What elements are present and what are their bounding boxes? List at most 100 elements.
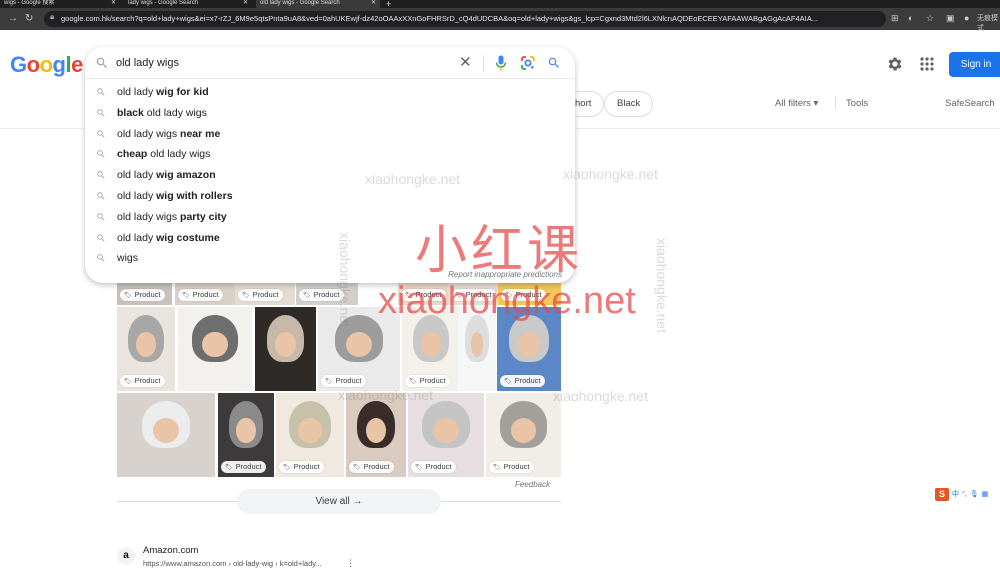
chip-black[interactable]: Black: [604, 91, 654, 117]
face-shape: [236, 417, 256, 443]
watermark-text: xiaohongke.net: [563, 166, 658, 182]
divider: [835, 97, 836, 109]
microphone-icon[interactable]: [495, 55, 507, 71]
settings-gear-icon[interactable]: [886, 55, 904, 73]
product-badge-label: Product: [134, 290, 161, 299]
star-icon[interactable]: ☆: [926, 13, 934, 24]
close-icon[interactable]: ✕: [111, 0, 116, 7]
suggestion-item[interactable]: old lady wigs near me: [85, 124, 575, 145]
image-result[interactable]: 🏷︎ Product: [276, 393, 344, 477]
suggestion-text: cheap old lady wigs: [117, 148, 211, 161]
new-tab-icon[interactable]: +: [386, 0, 391, 8]
search-icon: [97, 150, 105, 158]
tag-icon: 🏷︎: [225, 465, 233, 471]
tag-icon: 🏷︎: [283, 465, 291, 471]
sign-in-button[interactable]: Sign in: [949, 52, 1000, 77]
watermark-text: xiaohongke.net: [365, 171, 460, 187]
tag-icon: 🏷︎: [415, 465, 423, 471]
suggestion-item[interactable]: cheap old lady wigs: [85, 144, 575, 165]
image-result[interactable]: 🏷︎ Product: [117, 307, 175, 391]
more-options-icon[interactable]: ⋮: [346, 558, 355, 569]
suggestion-item[interactable]: old lady wig amazon: [85, 165, 575, 186]
suggestion-text: old lady wig amazon: [117, 169, 216, 182]
tag-icon: 🏷︎: [182, 293, 190, 299]
result-url[interactable]: https://www.amazon.com › old-lady-wig › …: [143, 559, 322, 568]
watermark-text: xiaohongke.net: [338, 387, 433, 403]
tab-wigs[interactable]: wigs - Google 搜索 ✕: [0, 0, 120, 8]
incognito-icon[interactable]: ◐: [908, 13, 913, 23]
suggestion-item[interactable]: black old lady wigs: [85, 103, 575, 124]
caret-down-icon: ▾: [813, 98, 819, 109]
product-badge: 🏷︎ Product: [411, 461, 457, 473]
tag-icon: 🏷︎: [124, 379, 132, 385]
tag-icon: 🏷︎: [493, 465, 501, 471]
image-result[interactable]: 🏷︎ Product: [408, 393, 484, 477]
image-result[interactable]: [178, 307, 252, 391]
image-result[interactable]: 🏷︎ Product: [235, 283, 295, 305]
tab-label: lady wigs - Google Search: [128, 0, 199, 6]
search-icon: [97, 192, 105, 200]
face-shape: [510, 417, 537, 443]
view-all-label: View all: [315, 496, 350, 507]
tab-label: old lady wigs - Google Search: [260, 0, 340, 6]
tag-icon: 🏷︎: [325, 379, 333, 385]
product-badge-label: Product: [192, 290, 219, 299]
clear-icon[interactable]: ✕: [459, 53, 472, 71]
address-bar[interactable]: 🔒︎ google.com.hk/search?q=old+lady+wigs&…: [44, 11, 886, 27]
product-badge-label: Product: [363, 462, 390, 471]
ime-mode: 中: [952, 491, 959, 498]
image-result[interactable]: 🏷︎ Product: [175, 283, 235, 305]
tag-icon: 🏷︎: [409, 379, 417, 385]
suggestion-text: old lady wig for kid: [117, 86, 209, 98]
suggestion-text: wigs: [117, 252, 139, 265]
product-badge-label: Product: [419, 376, 446, 385]
all-filters-label: All filters: [775, 98, 811, 109]
profile-icon[interactable]: ●: [964, 13, 969, 23]
forward-icon[interactable]: →: [8, 12, 18, 26]
image-result[interactable]: 🏷︎ Product: [346, 393, 406, 477]
face-shape: [365, 417, 387, 443]
safesearch-button[interactable]: SafeSearch: [945, 98, 995, 109]
image-result[interactable]: 🏷︎ Product: [218, 393, 274, 477]
tab-lady-wigs[interactable]: lady wigs - Google Search ✕: [124, 0, 252, 8]
suggestion-text: black old lady wigs: [117, 106, 207, 119]
suggestion-item[interactable]: old lady wig for kid: [85, 82, 575, 103]
result-site-name[interactable]: Amazon.com: [143, 545, 198, 556]
suggestion-text: old lady wig costume: [117, 231, 220, 244]
face-shape: [298, 417, 322, 443]
google-logo[interactable]: Google: [10, 52, 83, 78]
search-icon: [97, 171, 105, 179]
image-result[interactable]: 🏷︎ Product: [486, 393, 561, 477]
tag-icon: 🏷︎: [242, 293, 250, 299]
product-badge-label: Product: [293, 462, 320, 471]
face-shape: [518, 331, 540, 357]
reload-icon[interactable]: ↻: [25, 12, 33, 26]
image-result[interactable]: 🏷︎ Product: [117, 283, 172, 305]
search-submit-icon[interactable]: [547, 56, 561, 70]
tag-icon: 🏷︎: [504, 379, 512, 385]
tab-old-lady-wigs[interactable]: old lady wigs - Google Search ✕: [256, 0, 380, 8]
apps-grid-icon[interactable]: [919, 56, 935, 72]
feedback-link[interactable]: Feedback: [515, 480, 550, 489]
translate-icon[interactable]: ⊞: [891, 13, 899, 24]
close-icon[interactable]: ✕: [371, 0, 376, 7]
arrow-right-icon: →: [352, 496, 363, 507]
face-shape: [433, 417, 459, 443]
search-input[interactable]: old lady wigs: [116, 57, 179, 69]
address-url: google.com.hk/search?q=old+lady+wigs&ei=…: [61, 14, 818, 23]
tools-button[interactable]: Tools: [846, 98, 868, 109]
all-filters-dropdown[interactable]: All filters ▾: [775, 98, 818, 109]
ime-toolbar[interactable]: S 中 °, 🎙︎ ▦: [935, 487, 988, 501]
suggestion-item[interactable]: old lady wig with rollers: [85, 186, 575, 207]
product-badge: 🏷︎ Product: [120, 375, 166, 387]
product-badge-label: Product: [514, 376, 541, 385]
close-icon[interactable]: ✕: [243, 0, 248, 7]
image-result[interactable]: [117, 393, 215, 477]
sidepanel-icon[interactable]: ▣: [946, 13, 955, 24]
product-badge-label: Product: [134, 376, 161, 385]
google-lens-icon[interactable]: [520, 55, 536, 71]
search-icon: [97, 254, 105, 262]
product-badge: 🏷︎ Product: [349, 461, 395, 473]
image-result[interactable]: [255, 307, 316, 391]
view-all-button[interactable]: View all →: [237, 489, 441, 514]
